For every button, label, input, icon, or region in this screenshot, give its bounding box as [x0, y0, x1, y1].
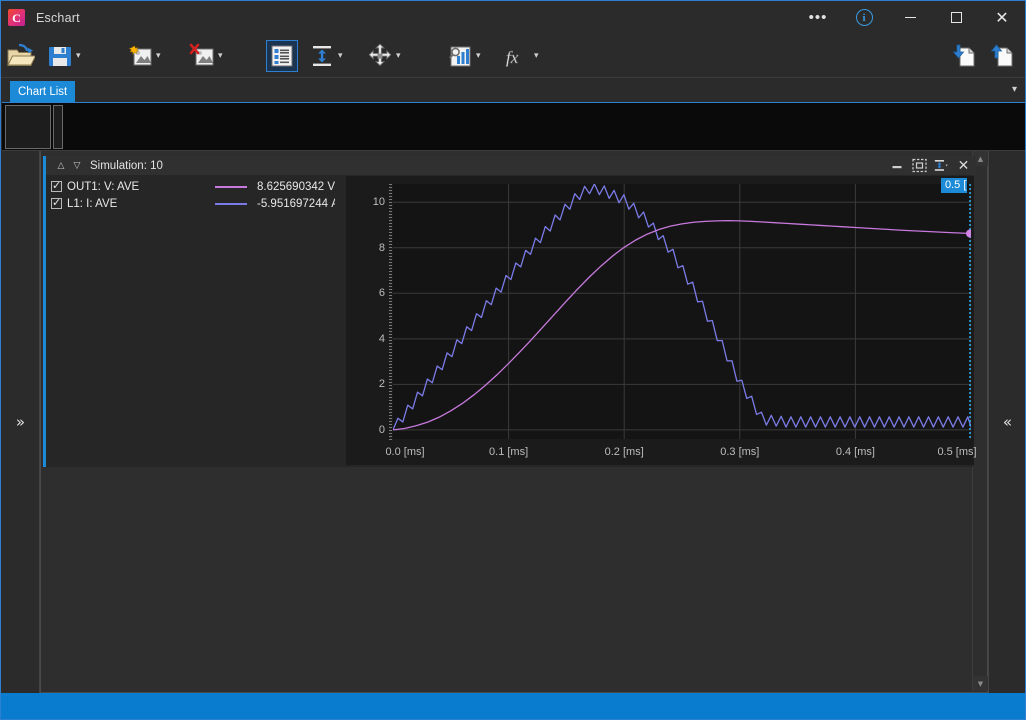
- bar-chart-search-icon: [445, 41, 475, 71]
- plot-svg: [392, 183, 974, 439]
- move-cross-icon: [365, 41, 395, 71]
- document-scrollbar-vertical[interactable]: ▲ ▼: [972, 151, 988, 691]
- function-button[interactable]: fx ▾: [503, 38, 539, 74]
- chart-list-item[interactable]: [53, 105, 63, 149]
- open-folder-icon: [5, 41, 37, 71]
- y-axis-tick-label: 8: [378, 241, 385, 254]
- legend-row[interactable]: OUT1: V: AVE 8.625690342 V: [51, 178, 347, 195]
- x-axis-tick-label: 0.3 [ms]: [720, 446, 760, 458]
- new-chart-icon: [125, 41, 155, 71]
- chevron-down-icon[interactable]: ▾: [76, 51, 81, 61]
- application-window: C Eschart ••• i ✕ ▾ ▾ ▾ ▾ ▾ ▾ fx ▾ Chart…: [0, 0, 1026, 720]
- legend-color-swatch: [215, 185, 247, 188]
- y-axis-tick-label: 10: [372, 196, 385, 209]
- cursor-mode-icon[interactable]: [934, 158, 949, 173]
- collapse-up-icon[interactable]: △: [53, 161, 69, 171]
- app-logo-icon: C: [8, 9, 25, 26]
- close-panel-icon[interactable]: ✕: [956, 158, 971, 174]
- measure-button[interactable]: ▾: [445, 38, 481, 74]
- maximize-button[interactable]: [933, 1, 979, 34]
- x-axis-tick-label: 0.4 [ms]: [835, 446, 875, 458]
- new-chart-button[interactable]: ▾: [125, 38, 161, 74]
- legend-row[interactable]: L1: I: AVE -5.951697244 A: [51, 195, 347, 212]
- app-title: Eschart: [36, 10, 80, 25]
- info-icon: i: [855, 9, 873, 26]
- legend-value: 8.625690342 V: [257, 180, 335, 193]
- y-axis-labels: 0 2 4 6 8 10: [346, 184, 390, 439]
- tab-overflow-chevron-icon[interactable]: ▾: [1012, 84, 1017, 95]
- status-bar: [1, 693, 1025, 719]
- legend-series-name: L1: I: AVE: [67, 197, 118, 210]
- delete-chart-button[interactable]: ▾: [187, 38, 223, 74]
- chart-panel-title: Simulation: 10: [90, 159, 163, 172]
- x-axis-tick-label: 0.1 [ms]: [489, 446, 529, 458]
- y-axis-tick-label: 2: [378, 378, 385, 391]
- chart-list-button[interactable]: [266, 38, 298, 74]
- chevron-down-icon[interactable]: ▾: [156, 51, 161, 61]
- cursor-value-badge[interactable]: 0.5 [: [941, 178, 967, 193]
- function-fx-icon: fx: [503, 41, 533, 71]
- y-axis-tick-label: 4: [378, 332, 385, 345]
- tab-chart-list[interactable]: Chart List: [10, 81, 76, 102]
- expand-down-icon[interactable]: ▽: [69, 161, 85, 171]
- plot-canvas[interactable]: [392, 183, 974, 439]
- chevron-down-icon[interactable]: ▾: [476, 51, 481, 61]
- legend-color-swatch: [215, 202, 247, 205]
- workspace: » « ▲ ▼ △ ▽ Simulation: 10 ✕ ✓ OUT1: V: …: [2, 151, 1025, 693]
- minimize-button[interactable]: [887, 1, 933, 34]
- save-disk-icon: [45, 41, 75, 71]
- vertical-cursor-icon: [307, 41, 337, 71]
- open-file-button[interactable]: [5, 38, 37, 74]
- scroll-down-icon[interactable]: ▼: [973, 676, 988, 691]
- chart-legend: OUT1: V: AVE 8.625690342 V L1: I: AVE -5…: [51, 178, 347, 212]
- delete-chart-icon: [187, 41, 217, 71]
- export-button[interactable]: [987, 38, 1017, 74]
- cursor-tool-button[interactable]: ▾: [307, 38, 343, 74]
- pan-tool-button[interactable]: ▾: [365, 38, 401, 74]
- left-panel-expand-button[interactable]: »: [2, 151, 40, 693]
- main-toolbar: ▾ ▾ ▾ ▾ ▾ ▾ fx ▾: [1, 34, 1025, 78]
- legend-value: -5.951697244 A: [257, 197, 335, 210]
- chart-panel-header: △ ▽ Simulation: 10 ✕: [46, 156, 976, 175]
- chevron-down-icon[interactable]: ▾: [338, 51, 343, 61]
- import-button[interactable]: [949, 38, 979, 74]
- double-chevron-right-icon: »: [15, 413, 26, 431]
- chart-list-item[interactable]: [5, 105, 51, 149]
- chart-plot-area[interactable]: 0 2 4 6 8 10 0.0 [ms] 0.1 [ms] 0.2 [ms] 0.3 [ms]…: [346, 176, 977, 465]
- legend-series-name: OUT1: V: AVE: [67, 180, 140, 193]
- export-document-icon: [987, 41, 1017, 71]
- y-axis-tick-label: 0: [378, 423, 385, 436]
- x-axis-tick-label: 0.0 [ms]: [385, 446, 425, 458]
- legend-checkbox[interactable]: [51, 179, 62, 192]
- chart-list-strip: [2, 103, 1025, 151]
- chevron-down-icon[interactable]: ▾: [218, 51, 223, 61]
- x-axis-tick-label: 0.2 [ms]: [604, 446, 644, 458]
- more-options-button[interactable]: •••: [795, 1, 841, 34]
- tab-strip: Chart List ▾: [2, 79, 1025, 103]
- legend-checkbox[interactable]: [51, 196, 62, 209]
- title-bar: C Eschart ••• i ✕: [1, 1, 1025, 34]
- minimize-panel-icon[interactable]: [890, 158, 905, 173]
- double-chevron-left-icon: «: [1002, 413, 1013, 431]
- document-area: ▲ ▼ △ ▽ Simulation: 10 ✕ ✓ OUT1: V: AVE …: [40, 151, 988, 693]
- right-panel-expand-button[interactable]: «: [988, 151, 1025, 693]
- y-axis-tick-label: 6: [378, 287, 385, 300]
- chevron-down-icon[interactable]: ▾: [534, 51, 539, 61]
- svg-text:fx: fx: [506, 48, 519, 67]
- close-icon: ✕: [995, 7, 1009, 27]
- chart-list-icon: [266, 40, 298, 72]
- more-dots-icon: •••: [808, 8, 828, 26]
- maximize-icon: [950, 12, 962, 23]
- info-button[interactable]: i: [841, 1, 887, 34]
- import-document-icon: [949, 41, 979, 71]
- chart-panel-tools: ✕: [890, 156, 971, 175]
- fit-to-window-icon[interactable]: [912, 158, 927, 173]
- window-controls: ••• i ✕: [795, 1, 1025, 34]
- chart-panel: △ ▽ Simulation: 10 ✕ ✓ OUT1: V: AVE 8.62…: [43, 156, 977, 467]
- close-button[interactable]: ✕: [979, 1, 1025, 34]
- chevron-down-icon[interactable]: ▾: [396, 51, 401, 61]
- x-axis-tick-label: 0.5 [ms]: [937, 446, 977, 458]
- save-file-button[interactable]: ▾: [45, 38, 81, 74]
- minimize-icon: [904, 17, 916, 18]
